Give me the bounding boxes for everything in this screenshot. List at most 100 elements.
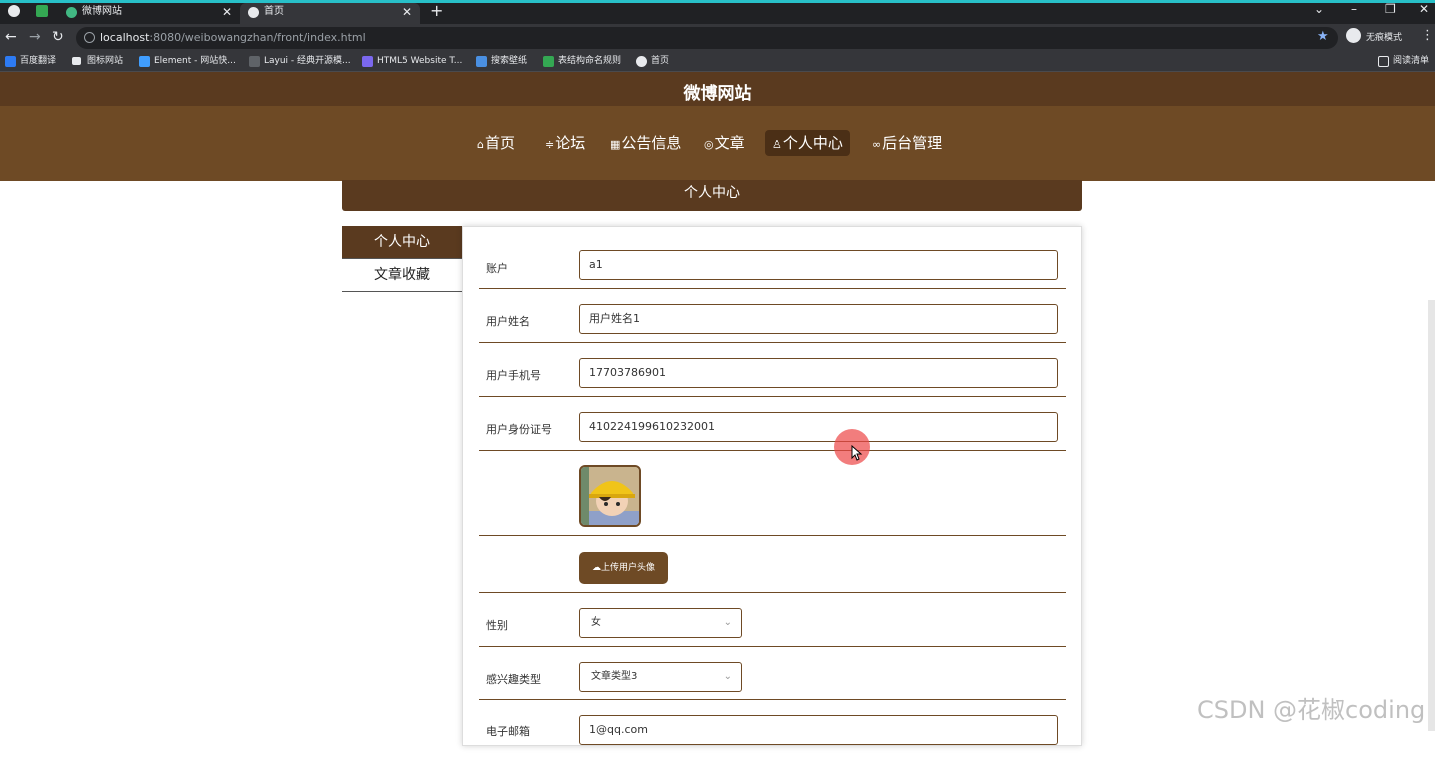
reading-list[interactable]: 阅读清单	[1378, 55, 1429, 68]
interest-select[interactable]: 文章类型3 ⌄	[579, 662, 742, 692]
home-icon: ⌂	[477, 138, 484, 151]
vue-icon	[66, 7, 77, 18]
bookmark-label: 百度翻译	[20, 56, 57, 66]
bookmark-item[interactable]: 首页	[636, 55, 669, 68]
bookmark-item[interactable]: 搜索壁纸	[476, 55, 527, 68]
bookmark-label: Element - 网站快...	[154, 56, 236, 66]
nav-label: 个人中心	[782, 134, 843, 152]
nav-forum[interactable]: ≑论坛	[538, 130, 592, 156]
nav-notice[interactable]: ▦公告信息	[603, 130, 688, 156]
email-input[interactable]: 1@qq.com	[579, 715, 1058, 745]
url-host: localhost	[100, 31, 150, 44]
page-scrollbar[interactable]	[1428, 300, 1435, 731]
upload-label: 上传用户头像	[600, 563, 655, 573]
name-input[interactable]: 用户姓名1	[579, 304, 1058, 334]
chevron-down-icon: ⌄	[723, 671, 732, 682]
nav-label: 论坛	[555, 134, 586, 152]
new-tab-button[interactable]: +	[430, 2, 443, 20]
close-icon[interactable]: ✕	[222, 3, 232, 21]
pinned-tab-sheet-icon[interactable]	[36, 5, 48, 17]
html5-icon	[362, 56, 373, 67]
form-row-interest: 感兴趣类型 文章类型3 ⌄	[479, 647, 1066, 700]
reading-list-icon	[1378, 56, 1389, 67]
globe-icon	[636, 56, 647, 67]
section-title: 个人中心	[342, 180, 1082, 211]
mouse-cursor-icon	[851, 445, 863, 461]
interest-value: 文章类型3	[591, 671, 638, 682]
gender-label: 性别	[486, 619, 508, 632]
layui-icon	[249, 56, 260, 67]
gender-select[interactable]: 女 ⌄	[579, 608, 742, 638]
nav-label: 首页	[484, 134, 515, 152]
bookmark-star-icon[interactable]: ★	[1317, 29, 1329, 44]
bookmark-item[interactable]: HTML5 Website T...	[362, 55, 462, 68]
form-row-phone: 用户手机号 17703786901	[479, 343, 1066, 397]
bookmark-item[interactable]: 表结构命名规则	[543, 55, 621, 68]
site-title: 微博网站	[683, 84, 752, 104]
tab-search-icon[interactable]: ⌄	[1314, 2, 1324, 16]
close-window-button[interactable]: ✕	[1419, 2, 1429, 16]
id-input[interactable]: 410224199610232001	[579, 412, 1058, 442]
site-info-icon[interactable]	[84, 32, 95, 43]
side-menu: 个人中心 文章收藏	[342, 226, 462, 292]
chevron-down-icon: ⌄	[723, 617, 732, 628]
form-row-email: 电子邮箱 1@qq.com	[479, 700, 1066, 760]
cloud-upload-icon: ☁	[591, 563, 601, 573]
nav-label: 后台管理	[882, 134, 943, 152]
bookmarks-bar: 百度翻译 图标网站 Element - 网站快... Layui - 经典开源模…	[0, 52, 1435, 72]
bookmark-item[interactable]: 图标网站	[72, 55, 123, 68]
site-header: 微博网站	[0, 72, 1435, 106]
tab-weibo[interactable]: 微博网站 ✕	[58, 3, 240, 24]
restore-button[interactable]: ❐	[1385, 2, 1396, 16]
tab-home[interactable]: 首页 ✕	[240, 3, 420, 24]
upload-avatar-button[interactable]: ☁上传用户头像	[579, 552, 668, 584]
id-label: 用户身份证号	[486, 423, 552, 436]
url-input[interactable]: localhost:8080/weibowangzhan/front/index…	[76, 27, 1338, 49]
account-label: 账户	[486, 262, 508, 275]
forum-icon: ≑	[545, 138, 555, 151]
form-row-name: 用户姓名 用户姓名1	[479, 289, 1066, 343]
article-icon: ◎	[704, 138, 714, 151]
nav-article[interactable]: ◎文章	[697, 130, 752, 156]
link-icon: ∞	[872, 138, 882, 151]
bookmark-item[interactable]: 百度翻译	[5, 55, 56, 68]
browser-tab-bar: 微博网站 ✕ 首页 ✕ + ⌄ – ❐ ✕	[0, 0, 1435, 24]
pinned-tab-icon[interactable]	[8, 5, 20, 17]
bookmark-item[interactable]: Layui - 经典开源模...	[249, 55, 351, 68]
nav-admin[interactable]: ∞后台管理	[865, 130, 949, 156]
form-row-account: 账户 a1	[479, 243, 1066, 289]
form-row-upload: ☁上传用户头像	[479, 536, 1066, 593]
phone-input[interactable]: 17703786901	[579, 358, 1058, 388]
close-icon[interactable]: ✕	[402, 3, 412, 21]
form-row-id: 用户身份证号 410224199610232001	[479, 397, 1066, 451]
account-input[interactable]: a1	[579, 250, 1058, 280]
back-icon[interactable]: ←	[5, 29, 17, 45]
incognito-indicator[interactable]: 无痕模式	[1346, 28, 1402, 43]
bookmark-label: 图标网站	[87, 56, 124, 66]
globe-icon	[248, 7, 259, 18]
user-icon: ♙	[772, 138, 782, 151]
form-row-gender: 性别 女 ⌄	[479, 593, 1066, 647]
bookmark-item[interactable]: Element - 网站快...	[139, 55, 236, 68]
interest-label: 感兴趣类型	[486, 673, 541, 686]
url-path: :8080/weibowangzhan/front/index.html	[149, 31, 366, 44]
minimize-button[interactable]: –	[1351, 2, 1357, 16]
menu-icon[interactable]: ⋮	[1421, 28, 1434, 43]
nav-label: 公告信息	[621, 134, 682, 152]
sheet-icon	[543, 56, 554, 67]
translate-icon	[5, 56, 16, 67]
side-item-favorites[interactable]: 文章收藏	[342, 259, 462, 292]
forward-icon[interactable]: →	[29, 29, 41, 45]
bookmark-label: HTML5 Website T...	[377, 56, 463, 66]
reload-icon[interactable]: ↻	[52, 29, 64, 45]
tab-title: 微博网站	[82, 6, 122, 17]
side-item-profile[interactable]: 个人中心	[342, 226, 462, 259]
reading-list-label: 阅读清单	[1393, 56, 1430, 66]
bookmark-label: 表结构命名规则	[558, 56, 622, 66]
nav-home[interactable]: ⌂首页	[470, 130, 522, 156]
bookmark-label: 搜索壁纸	[491, 56, 528, 66]
nav-profile[interactable]: ♙个人中心	[765, 130, 850, 156]
gender-value: 女	[591, 617, 601, 628]
avatar	[579, 465, 641, 527]
bookmark-label: Layui - 经典开源模...	[264, 56, 351, 66]
